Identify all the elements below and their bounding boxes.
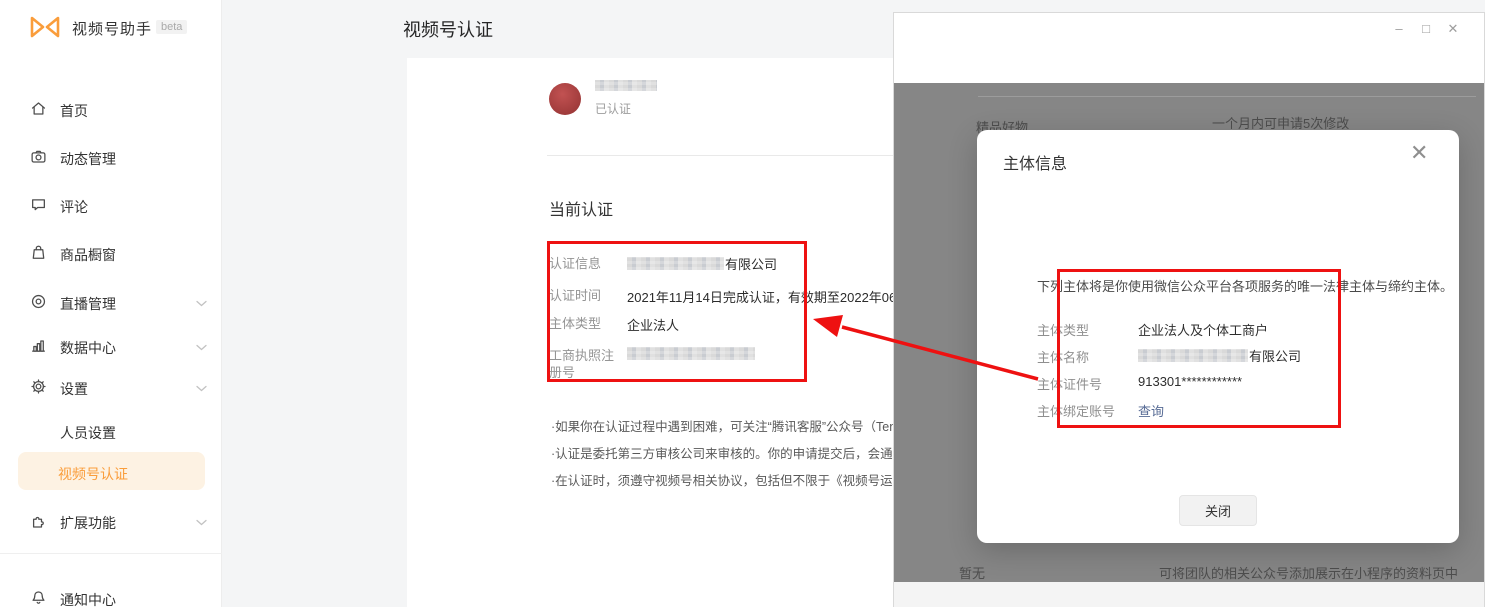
sidebar-item-staff-settings[interactable]: 人员设置: [60, 423, 116, 443]
sidebar-item-label: 通知中心: [60, 590, 116, 607]
modal-row-label: 主体证件号: [1037, 374, 1102, 393]
sidebar-item-label: 评论: [60, 197, 88, 217]
sidebar-item-label: 数据中心: [60, 338, 116, 358]
avatar: [549, 83, 581, 115]
gear-icon: [30, 378, 47, 395]
sidebar-item-label: 首页: [60, 101, 88, 121]
sidebar-item-notification-center[interactable]: 通知中心: [0, 589, 222, 607]
modal-intro-text: 下列主体将是你使用微信公众平台各项服务的唯一法律主体与缔约主体。: [1037, 276, 1453, 295]
sidebar-item-live[interactable]: 直播管理: [0, 293, 222, 317]
sidebar-item-data-center[interactable]: 数据中心: [0, 337, 222, 361]
cert-row-value: 2021年11月14日完成认证，有效期至2022年06月11日: [627, 287, 936, 306]
cert-row-label: 主体类型: [549, 315, 619, 332]
shopping-bag-icon: [30, 244, 47, 261]
window-bottom-strip: [894, 582, 1484, 607]
sidebar-item-channel-certification-label[interactable]: 视频号认证: [58, 464, 128, 484]
window-close-icon[interactable]: ✕: [1445, 21, 1461, 37]
subject-info-modal: 主体信息 ✕ 下列主体将是你使用微信公众平台各项服务的唯一法律主体与缔约主体。 …: [977, 130, 1459, 543]
window-minimize-icon[interactable]: –: [1391, 21, 1407, 36]
cert-note: ·在认证时，须遵守视频号相关协议，包括但不限于《视频号运营规范》、: [551, 470, 949, 489]
modal-row-label: 主体名称: [1037, 347, 1089, 366]
sidebar-item-label: 直播管理: [60, 294, 116, 314]
redacted-block: [627, 257, 724, 270]
cert-row-label: 工商执照注册号: [549, 347, 619, 381]
window-maximize-icon[interactable]: □: [1418, 21, 1434, 36]
cert-row-label: 认证信息: [549, 255, 619, 272]
cert-row-label: 认证时间: [549, 287, 619, 304]
modal-title: 主体信息: [1003, 150, 1067, 174]
chevron-down-icon: [196, 344, 207, 351]
backdrop-label: 暂无: [959, 563, 985, 582]
close-button[interactable]: 关闭: [1179, 495, 1257, 526]
redacted-block: [627, 347, 755, 360]
sidebar-item-extensions[interactable]: 扩展功能: [0, 512, 222, 536]
sidebar-item-settings[interactable]: 设置: [0, 378, 222, 402]
beta-badge: beta: [156, 20, 187, 34]
bar-chart-icon: [30, 337, 47, 354]
sidebar-item-label: 动态管理: [60, 149, 116, 169]
section-title: 当前认证: [549, 196, 613, 220]
app-title: 视频号助手: [72, 18, 152, 39]
sidebar-item-comments[interactable]: 评论: [0, 196, 222, 220]
cert-value-suffix: 有限公司: [725, 254, 777, 273]
cert-row-value: 有限公司: [627, 254, 777, 273]
chevron-down-icon: [196, 385, 207, 392]
query-link[interactable]: 查询: [1138, 401, 1164, 420]
sidebar: 视频号助手 beta 首页 动态管理 评论 商品橱窗 直播管理 数据中心 设置 …: [0, 0, 222, 607]
sidebar-item-shop-window[interactable]: 商品橱窗: [0, 244, 222, 268]
sidebar-item-moments[interactable]: 动态管理: [0, 148, 222, 172]
certified-status: 已认证: [595, 100, 631, 117]
sidebar-item-home[interactable]: 首页: [0, 100, 222, 124]
comment-icon: [30, 196, 47, 213]
cert-note: ·如果你在认证过程中遇到困难，可关注“腾讯客服”公众号（Tencent_: [551, 416, 927, 435]
channels-logo-icon: [28, 14, 62, 40]
modal-row-label: 主体类型: [1037, 320, 1089, 339]
page-title: 视频号认证: [403, 16, 493, 42]
live-record-icon: [30, 293, 47, 310]
modal-row-value: 有限公司: [1138, 346, 1301, 365]
modal-row-value: 企业法人及个体工商户: [1138, 320, 1268, 339]
sidebar-item-label: 商品橱窗: [60, 245, 116, 265]
cert-row-value: 企业法人: [627, 315, 679, 334]
cert-note: ·认证是委托第三方审核公司来审核的。你的申请提交后，会通过视频号: [551, 443, 943, 462]
modal-row-value: 913301************: [1138, 374, 1242, 389]
sidebar-divider: [0, 553, 222, 554]
camera-icon: [30, 148, 47, 165]
sidebar-item-label: 扩展功能: [60, 513, 116, 533]
puzzle-icon: [30, 512, 47, 529]
sidebar-item-label: 设置: [60, 379, 88, 399]
modal-row-label: 主体绑定账号: [1037, 401, 1115, 420]
chevron-down-icon: [196, 519, 207, 526]
profile-name-redacted: [595, 80, 657, 91]
window-titlebar: – □ ✕: [894, 13, 1484, 83]
redacted-block: [1138, 349, 1248, 362]
bell-icon: [30, 589, 47, 606]
home-icon: [30, 100, 47, 117]
backdrop-hint: 可将团队的相关公众号添加展示在小程序的资料页中: [1159, 563, 1458, 582]
chevron-down-icon: [196, 300, 207, 307]
backdrop-divider: [978, 96, 1476, 97]
modal-value-suffix: 有限公司: [1249, 346, 1301, 365]
cert-row-value: [627, 347, 755, 360]
modal-close-icon[interactable]: ✕: [1410, 140, 1428, 166]
card-divider: [547, 155, 893, 156]
